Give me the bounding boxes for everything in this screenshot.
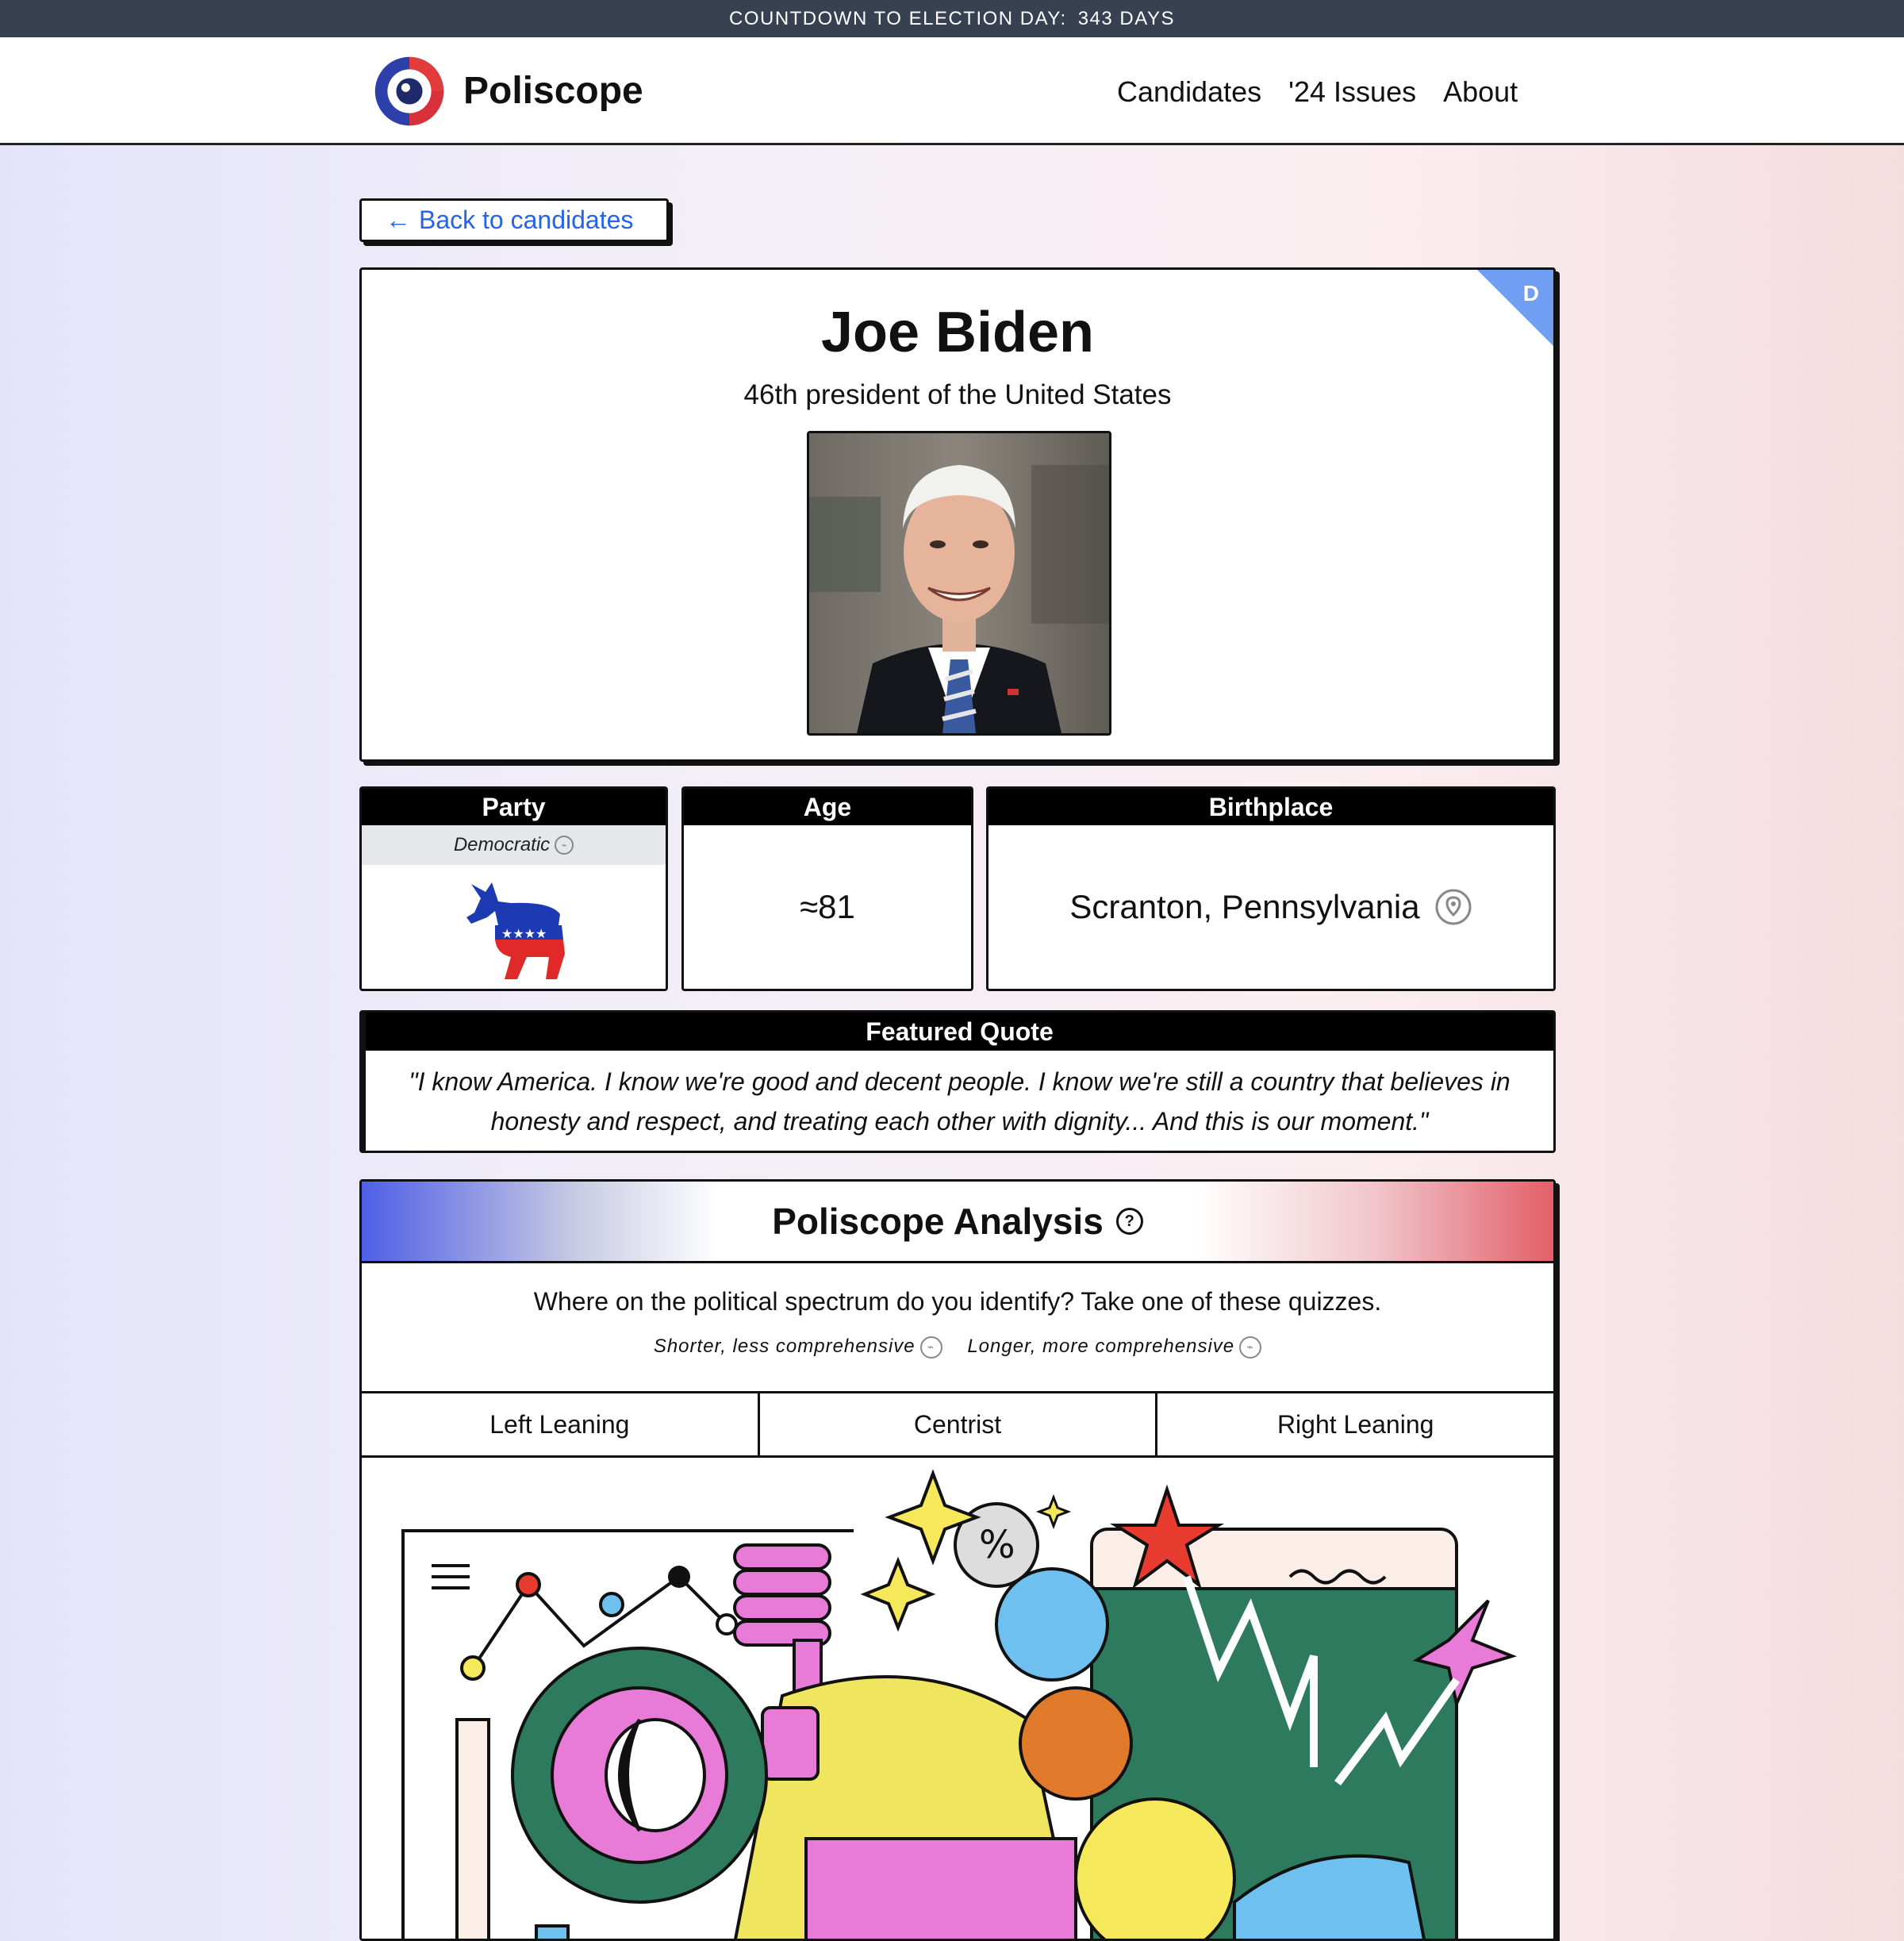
candidate-title: 46th president of the United States [743,379,1172,410]
link-icon[interactable]: ⌁ [555,836,574,855]
tab-left-leaning[interactable]: Left Leaning [362,1393,758,1455]
countdown-label: COUNTDOWN TO ELECTION DAY: [728,7,1067,29]
democratic-donkey-icon: ★★★★ [466,882,565,979]
quote-text: "I know America. I know we're good and d… [409,1067,1511,1136]
leaning-tabs: Left Leaning Centrist Right Leaning [362,1391,1553,1458]
svg-text:%: % [979,1523,1015,1567]
nav-about-link[interactable]: About [1443,75,1518,109]
candidate-name: Joe Biden [820,301,1095,364]
back-button-label: Back to candidates [419,206,634,234]
party-name-row: Democratic ⌁ [362,825,666,865]
help-icon[interactable]: ? [1115,1208,1143,1235]
countdown-days: 343 DAYS [1077,7,1175,29]
candidate-card: D Joe Biden 46th president of the United… [359,267,1556,762]
arrow-left-icon: ← [386,206,411,234]
back-to-candidates-button[interactable]: ← Back to candidates [359,198,669,242]
age-value: ≈81 [800,888,855,925]
portrait-image [809,433,1109,733]
birthplace-row: Scranton, Pennsylvania [988,825,1553,989]
main-nav: Candidates '24 Issues About [1117,75,1518,109]
short-quiz-link[interactable]: Shorter, less comprehensive ⌁ [654,1336,942,1359]
nav-candidates-link[interactable]: Candidates [1117,75,1261,109]
poliscope-analysis: Poliscope Analysis ? Where on the politi… [359,1179,1556,1941]
birthplace-header: Birthplace [988,789,1553,825]
link-icon: ⌁ [1239,1336,1262,1359]
quote-header: Featured Quote [366,1013,1553,1051]
analysis-title: Poliscope Analysis [772,1201,1104,1242]
svg-text:★★★★: ★★★★ [501,926,547,941]
age-header: Age [684,789,971,825]
candidate-portrait [807,431,1111,736]
quiz-links: Shorter, less comprehensive ⌁ Longer, mor… [362,1336,1553,1359]
party-box: Party Democratic ⌁ ★★★★ [359,786,668,991]
navbar: Poliscope Candidates '24 Issues About [0,37,1904,145]
birthplace-value: Scranton, Pennsylvania [1069,888,1420,925]
age-box: Age ≈81 [681,786,973,991]
analysis-header: Poliscope Analysis ? [362,1182,1553,1263]
link-icon: ⌁ [919,1336,942,1359]
quiz-question: Where on the political spectrum do you i… [533,1287,1382,1316]
party-name[interactable]: Democratic [454,834,550,856]
tab-right-leaning[interactable]: Right Leaning [1155,1393,1553,1455]
long-quiz-link[interactable]: Longer, more comprehensive ⌁ [967,1336,1262,1359]
poliscope-logo-icon[interactable] [373,55,446,128]
election-countdown-bar: COUNTDOWN TO ELECTION DAY: 343 DAYS [0,0,1904,37]
party-header: Party [362,789,666,825]
map-pin-icon[interactable] [1434,888,1472,926]
nav-issues-link[interactable]: '24 Issues [1288,75,1416,109]
birthplace-box: Birthplace Scranton, Pennsylvania [986,786,1556,991]
brand-name[interactable]: Poliscope [463,69,643,113]
featured-quote: Featured Quote "I know America. I know w… [359,1010,1556,1153]
tab-centrist[interactable]: Centrist [757,1393,1156,1455]
analysis-illustration: % [401,1469,1518,1939]
